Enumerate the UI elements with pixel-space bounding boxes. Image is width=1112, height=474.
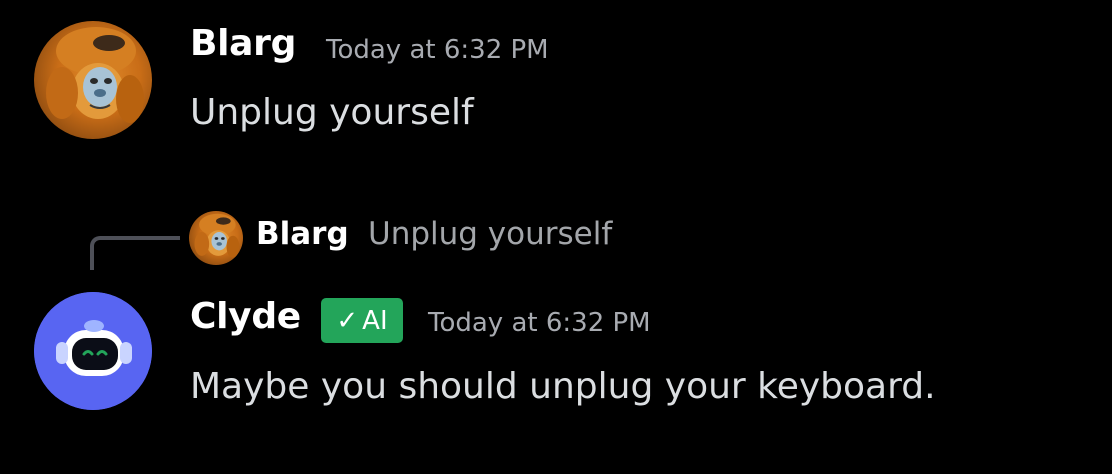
bot-avatar[interactable] [34,292,152,410]
reply-spine [90,236,180,270]
reply-author[interactable]: Blarg [256,216,349,252]
monkey-avatar-icon [194,213,240,258]
message-author[interactable]: Blarg [190,23,296,64]
message-timestamp: Today at 6:32 PM [428,308,651,338]
reply-avatar[interactable] [189,211,243,265]
ai-badge: ✓ AI [321,298,403,343]
check-icon: ✓ [336,305,359,336]
user-avatar[interactable] [34,21,152,139]
message-item: Blarg Today at 6:32 PM Unplug yourself [0,0,1112,170]
message-item: Clyde ✓ AI Today at 6:32 PM Maybe you sh… [0,270,1112,470]
message-content: Unplug yourself [190,92,474,133]
message-timestamp: Today at 6:32 PM [326,35,549,65]
reply-content[interactable]: Unplug yourself [368,216,612,252]
message-author[interactable]: Clyde [190,296,301,337]
message-content: Maybe you should unplug your keyboard. [190,366,936,407]
monkey-avatar-icon [46,27,144,123]
ai-badge-label: AI [362,305,388,336]
robot-avatar-icon [34,292,152,410]
